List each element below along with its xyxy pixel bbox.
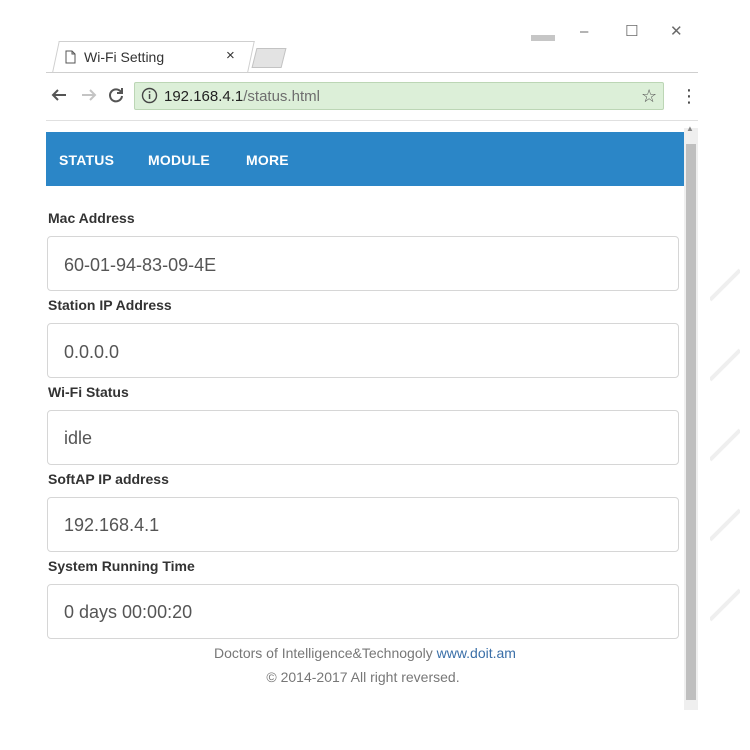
footer-site-link[interactable]: www.doit.am xyxy=(437,645,516,661)
mac-address-value: 60-01-94-83-09-4E xyxy=(64,255,217,275)
toolbar-divider xyxy=(46,120,698,121)
background-watermark xyxy=(710,268,740,622)
running-time-label: System Running Time xyxy=(48,558,195,574)
softap-ip-value: 192.168.4.1 xyxy=(64,515,160,535)
minimize-icon[interactable]: – xyxy=(580,24,588,40)
nav-status[interactable]: STATUS xyxy=(59,152,114,168)
station-ip-field[interactable] xyxy=(47,323,679,378)
scroll-up-icon[interactable]: ▲ xyxy=(686,124,694,133)
tab-strip-divider xyxy=(46,72,698,73)
new-tab-button[interactable] xyxy=(251,48,287,68)
page-icon xyxy=(65,50,76,64)
station-ip-value: 0.0.0.0 xyxy=(64,342,120,362)
wifi-status-value: idle xyxy=(64,428,93,448)
wifi-status-field[interactable] xyxy=(47,410,679,465)
reload-icon[interactable] xyxy=(107,86,125,108)
menu-dots-icon[interactable]: ⋮ xyxy=(680,86,698,107)
station-ip-label: Station IP Address xyxy=(48,297,172,313)
footer-copyright: © 2014-2017 All right reversed. xyxy=(266,669,460,685)
forward-arrow-icon[interactable] xyxy=(80,86,98,108)
url-host: 192.168.4.1 xyxy=(164,88,244,105)
nav-more[interactable]: MORE xyxy=(246,152,289,168)
softap-ip-label: SoftAP IP address xyxy=(48,471,169,487)
running-time-value: 0 days 00:00:20 xyxy=(64,602,193,622)
maximize-icon[interactable]: ☐ xyxy=(625,24,638,40)
url-text[interactable]: 192.168.4.1/status.html xyxy=(164,88,320,105)
wifi-status-label: Wi-Fi Status xyxy=(48,384,129,400)
footer-company: Doctors of Intelligence&Technogoly xyxy=(214,645,433,661)
browser-tab-content[interactable]: Wi-Fi Setting xyxy=(65,47,164,67)
mac-address-label: Mac Address xyxy=(48,210,135,226)
window-minimize-bar[interactable] xyxy=(531,35,555,41)
tab-title: Wi-Fi Setting xyxy=(84,49,165,65)
close-window-icon[interactable]: ✕ xyxy=(670,24,683,40)
nav-module[interactable]: MODULE xyxy=(148,152,210,168)
star-icon[interactable]: ☆ xyxy=(641,86,657,107)
info-icon[interactable] xyxy=(141,87,158,109)
tab-close-icon[interactable]: × xyxy=(226,47,235,64)
back-arrow-icon[interactable] xyxy=(50,86,68,108)
scrollbar-thumb[interactable] xyxy=(686,144,696,700)
footer-credit: Doctors of Intelligence&Technogoly www.d… xyxy=(0,645,730,661)
url-path: /status.html xyxy=(243,88,320,105)
top-navbar xyxy=(46,132,684,186)
